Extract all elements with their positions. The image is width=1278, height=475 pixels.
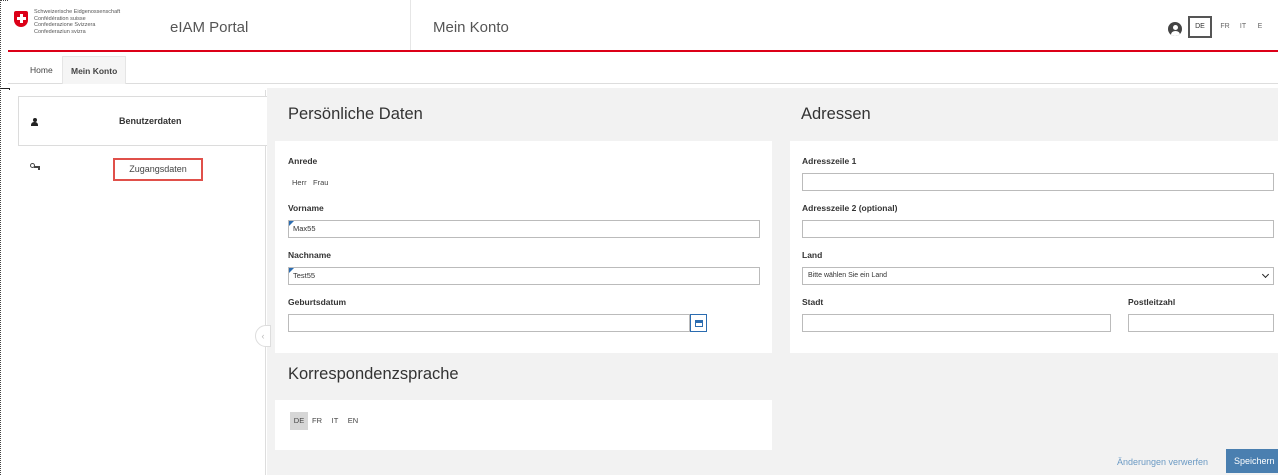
country-select[interactable]: Bitte wählen Sie ein Land (802, 267, 1274, 285)
main-content: Persönliche Daten Anrede Herr Frau Vorna… (267, 88, 1278, 475)
chevron-down-icon (1261, 270, 1270, 279)
city-label: Stadt (802, 297, 824, 307)
sidebar-item-benutzerdaten[interactable]: Benutzerdaten (18, 96, 278, 146)
app-title[interactable]: eIAM Portal (170, 19, 248, 36)
header-divider (410, 0, 411, 50)
firstname-label: Vorname (288, 203, 324, 213)
lastname-field[interactable]: Test55 (288, 267, 760, 285)
key-icon (30, 163, 40, 171)
breadcrumb: Home Mein Konto (8, 56, 1278, 84)
discard-changes-link[interactable]: Änderungen verwerfen (1117, 457, 1208, 467)
address-line2-field[interactable] (802, 220, 1274, 238)
section-title-addresses: Adressen (801, 105, 871, 123)
breadcrumb-current[interactable]: Mein Konto (62, 56, 127, 84)
personal-data-panel: Anrede Herr Frau Vorname Max55 Nachname … (275, 141, 772, 353)
header-lang-fr[interactable]: FR (1218, 16, 1232, 38)
salutation-option-herr[interactable]: Herr (292, 178, 307, 187)
sidebar-item-label: Benutzerdaten (119, 116, 182, 126)
addresses-panel: Adresszeile 1 Adresszeile 2 (optional) L… (790, 141, 1278, 353)
country-select-value: Bitte wählen Sie ein Land (808, 272, 887, 279)
logo-line: Confederazione Svizzera (34, 22, 96, 29)
salutation-label: Anrede (288, 156, 318, 166)
calendar-button[interactable] (690, 314, 707, 332)
salutation-option-frau[interactable]: Frau (313, 178, 328, 187)
sidebar: Benutzerdaten Zugangsdaten (8, 90, 278, 475)
user-account-icon[interactable] (1168, 22, 1182, 36)
top-header: Schweizerische Eidgenossenschaft Confédé… (8, 0, 1278, 52)
header-lang-it[interactable]: IT (1238, 16, 1248, 38)
header-lang-de[interactable]: DE (1188, 16, 1212, 38)
sidebar-item-zugangsdaten[interactable]: Zugangsdaten (18, 150, 274, 190)
address-line1-label: Adresszeile 1 (802, 156, 857, 166)
zip-field[interactable] (1128, 314, 1274, 332)
lastname-label: Nachname (288, 250, 331, 260)
header-lang-en[interactable]: E (1255, 16, 1265, 38)
section-title-correspondence: Korrespondenzsprache (288, 365, 459, 383)
city-field[interactable] (802, 314, 1111, 332)
firstname-field[interactable]: Max55 (288, 220, 760, 238)
logo-line: Schweizerische Eidgenossenschaft (34, 9, 121, 15)
sidebar-item-label[interactable]: Zugangsdaten (113, 158, 203, 181)
address-line2-label: Adresszeile 2 (optional) (802, 203, 898, 213)
section-title-personal: Persönliche Daten (288, 105, 423, 123)
birthdate-label: Geburtsdatum (288, 297, 347, 307)
swiss-flag-icon (14, 11, 28, 27)
calendar-icon (695, 320, 703, 327)
save-button[interactable]: Speichern (1226, 449, 1278, 473)
frame-left-edge (0, 0, 1, 475)
swiss-confederation-logo[interactable]: Schweizerische Eidgenossenschaft Confédé… (14, 9, 120, 35)
correspondence-lang-de[interactable]: DE (290, 412, 308, 430)
correspondence-panel: DE FR IT EN (275, 400, 772, 450)
country-label: Land (802, 250, 823, 260)
zip-label: Postleitzahl (1128, 297, 1176, 307)
correspondence-lang-it[interactable]: IT (330, 412, 340, 430)
correspondence-lang-en[interactable]: EN (346, 412, 360, 430)
logo-text: Schweizerische Eidgenossenschaft Confédé… (34, 9, 120, 35)
page-title: Mein Konto (433, 19, 509, 36)
logo-line: Confederaziun svizra (34, 28, 86, 35)
correspondence-lang-fr[interactable]: FR (311, 412, 323, 430)
birthdate-field[interactable] (288, 314, 690, 332)
logo-line: Confédération suisse (34, 15, 86, 22)
breadcrumb-home[interactable]: Home (22, 56, 61, 84)
address-line1-field[interactable] (802, 173, 1274, 191)
person-icon (31, 118, 38, 126)
sidebar-collapse-button[interactable]: ‹ (255, 325, 271, 347)
